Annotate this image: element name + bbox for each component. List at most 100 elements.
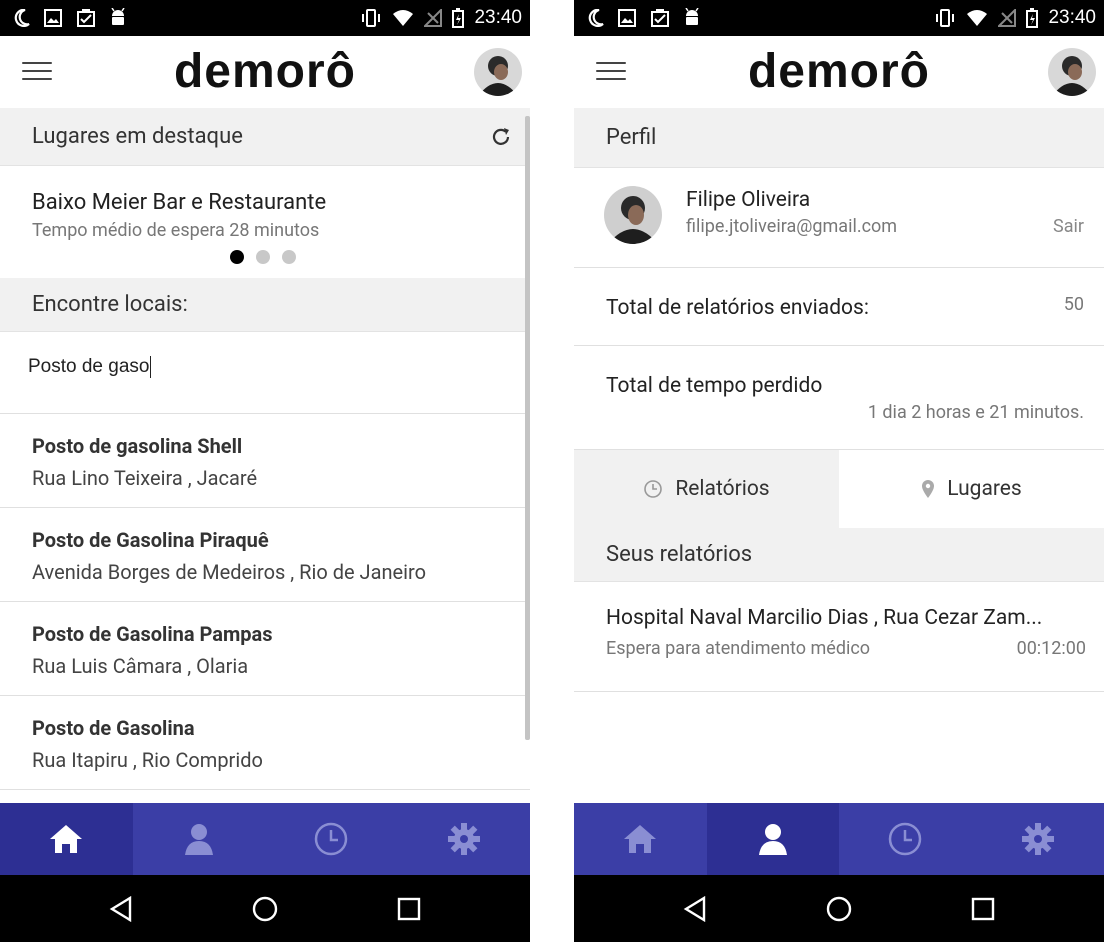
result-name: Posto de gasolina Shell: [32, 434, 243, 458]
search-field[interactable]: Posto de gaso: [0, 332, 530, 414]
status-time: 23:40: [474, 7, 522, 28]
refresh-icon[interactable]: [490, 126, 512, 148]
featured-place-name: Baixo Meier Bar e Restaurante: [32, 190, 327, 215]
bottom-nav: [574, 803, 1104, 875]
reports-sent-row: Total de relatórios enviados: 50: [574, 268, 1104, 346]
home-screen: 23:40 demorô Lugares em destaque Baixo M…: [0, 0, 530, 942]
search-input[interactable]: Posto de gaso: [28, 356, 149, 377]
report-duration: 00:12:00: [1016, 638, 1086, 659]
reports-sent-label: Total de relatórios enviados:: [606, 296, 869, 320]
result-address: Rua Luis Câmara , Olaria: [32, 654, 249, 678]
avatar[interactable]: [474, 48, 522, 96]
nav-profile[interactable]: [133, 803, 266, 875]
system-nav-bar: [574, 875, 1104, 942]
carousel-dot[interactable]: [230, 250, 244, 264]
carousel-indicator: [230, 250, 296, 264]
time-lost-row: Total de tempo perdido 1 dia 2 horas e 2…: [574, 346, 1104, 450]
result-address: Rua Itapiru , Rio Comprido: [32, 748, 263, 772]
clock-icon: [889, 822, 922, 856]
clock-icon: [644, 480, 663, 498]
person-icon: [184, 824, 213, 855]
user-name: Filipe Oliveira: [686, 188, 811, 212]
vibrate-icon: [362, 9, 381, 27]
result-address: Avenida Borges de Medeiros , Rio de Jane…: [32, 560, 426, 584]
tab-reports[interactable]: Relatórios: [574, 450, 839, 528]
system-nav-bar: [0, 875, 530, 942]
battery-icon: [452, 8, 465, 28]
find-header-label: Encontre locais:: [32, 292, 188, 317]
bottom-nav: [0, 803, 530, 875]
profile-header: Perfil: [574, 108, 1104, 168]
gear-icon: [1021, 823, 1054, 855]
find-header: Encontre locais:: [0, 278, 530, 332]
tab-places[interactable]: Lugares: [839, 450, 1104, 528]
back-icon[interactable]: [683, 895, 707, 922]
profile-card: Filipe Oliveira filipe.jtoliveira@gmail.…: [574, 168, 1104, 268]
list-item[interactable]: Posto de Gasolina Rua Itapiru , Rio Comp…: [0, 696, 530, 790]
app-bar: demorô: [0, 36, 530, 108]
list-item[interactable]: Posto de Gasolina Piraquê Avenida Borges…: [0, 508, 530, 602]
moon-icon: [14, 9, 30, 27]
home-icon: [624, 825, 657, 853]
clipboard-icon: [651, 9, 669, 27]
report-description: Espera para atendimento médico: [606, 638, 871, 659]
status-bar: 23:40: [0, 0, 530, 36]
nav-home[interactable]: [0, 803, 133, 875]
app-logo: demorô: [173, 45, 356, 98]
battery-icon: [1026, 8, 1039, 28]
text-caret: [150, 356, 152, 378]
avatar[interactable]: [1048, 48, 1096, 96]
nav-home[interactable]: [574, 803, 707, 875]
profile-tabs: Relatórios Lugares: [574, 450, 1104, 528]
list-item[interactable]: Posto de Gasolina Pampas Rua Luis Câmara…: [0, 602, 530, 696]
status-time: 23:40: [1048, 7, 1096, 28]
back-icon[interactable]: [109, 895, 133, 922]
profile-screen: 23:40 demorô Perfil Filipe Oliveira fili…: [574, 0, 1104, 942]
avatar: [604, 186, 662, 244]
moon-icon: [588, 9, 604, 27]
list-item[interactable]: Posto de gasolina Shell Rua Lino Teixeir…: [0, 414, 530, 508]
user-email: filipe.jtoliveira@gmail.com: [686, 216, 898, 237]
nav-history[interactable]: [839, 803, 972, 875]
carousel-dot[interactable]: [256, 250, 270, 264]
reports-sent-value: 50: [1063, 294, 1084, 315]
recents-icon[interactable]: [397, 897, 421, 921]
person-icon: [758, 824, 787, 855]
result-name: Posto de Gasolina: [32, 716, 195, 740]
clock-icon: [315, 822, 348, 856]
my-reports-header-label: Seus relatórios: [606, 542, 753, 567]
status-bar: 23:40: [574, 0, 1104, 36]
report-title: Hospital Naval Marcilio Dias , Rua Cezar…: [606, 606, 1043, 630]
logout-button[interactable]: Sair: [1053, 216, 1084, 237]
time-lost-label: Total de tempo perdido: [606, 374, 823, 398]
profile-header-label: Perfil: [606, 125, 657, 150]
nav-settings[interactable]: [398, 803, 531, 875]
home-circle-icon[interactable]: [826, 896, 852, 922]
time-lost-value: 1 dia 2 horas e 21 minutos.: [867, 402, 1084, 423]
result-address: Rua Lino Teixeira , Jacaré: [32, 466, 258, 490]
app-logo: demorô: [747, 45, 930, 98]
app-bar: demorô: [574, 36, 1104, 108]
my-reports-header: Seus relatórios: [574, 528, 1104, 582]
result-name: Posto de Gasolina Piraquê: [32, 528, 269, 552]
home-circle-icon[interactable]: [252, 896, 278, 922]
nav-history[interactable]: [265, 803, 398, 875]
featured-wait-time: Tempo médio de espera 28 minutos: [32, 220, 320, 241]
featured-header-label: Lugares em destaque: [32, 124, 243, 149]
result-name: Posto de Gasolina Pampas: [32, 622, 273, 646]
map-pin-icon: [922, 480, 935, 498]
no-signal-icon: [424, 9, 443, 27]
nav-profile[interactable]: [706, 803, 839, 875]
tab-places-label: Lugares: [947, 477, 1022, 501]
list-item[interactable]: Hospital Naval Marcilio Dias , Rua Cezar…: [574, 582, 1104, 692]
nav-settings[interactable]: [972, 803, 1104, 875]
wifi-icon: [393, 10, 414, 26]
scrollbar[interactable]: [525, 116, 530, 740]
gear-icon: [447, 823, 480, 855]
featured-header: Lugares em destaque: [0, 108, 530, 166]
carousel-dot[interactable]: [282, 250, 296, 264]
recents-icon[interactable]: [971, 897, 995, 921]
home-icon: [50, 825, 83, 853]
android-icon: [111, 8, 125, 25]
vibrate-icon: [936, 9, 955, 27]
